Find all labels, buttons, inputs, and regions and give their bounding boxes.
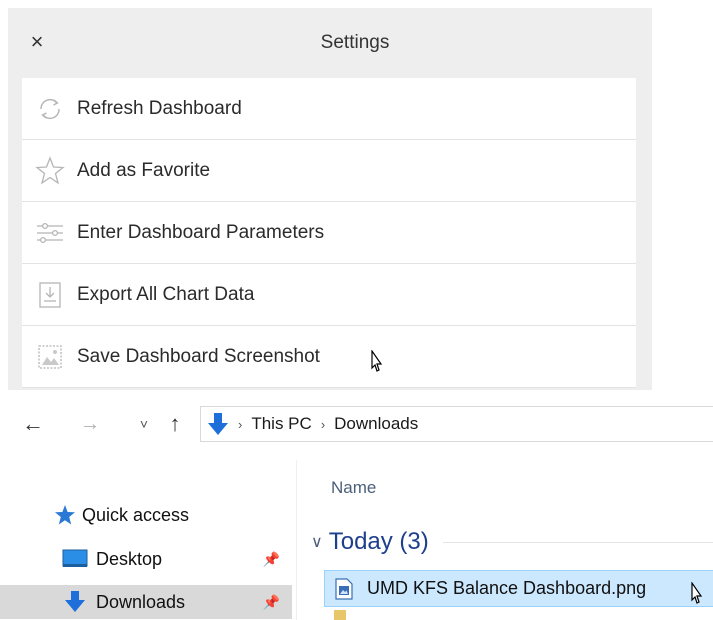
group-divider: [442, 541, 713, 543]
pin-icon[interactable]: 📌: [263, 594, 280, 611]
png-file-icon: [335, 577, 355, 600]
breadcrumb-separator-icon: ›: [320, 416, 326, 432]
menu-item-label: Refresh Dashboard: [77, 97, 242, 119]
download-arrow-icon: [62, 591, 88, 613]
download-arrow-icon: [207, 411, 229, 437]
star-icon: [35, 155, 65, 186]
folder-icon: [334, 610, 346, 620]
up-arrow-icon: ↑: [169, 411, 181, 436]
file-name: UMD KFS Balance Dashboard.png: [367, 578, 647, 598]
desktop-icon: [62, 548, 88, 570]
forward-arrow-icon: →: [80, 412, 100, 435]
menu-item-save-screenshot[interactable]: Save Dashboard Screenshot: [22, 326, 636, 388]
address-bar[interactable]: › This PC › Downloads: [200, 406, 713, 442]
menu-item-label: Save Dashboard Screenshot: [77, 345, 320, 367]
menu-item-label: Add as Favorite: [77, 159, 211, 181]
mouse-cursor-icon: [371, 350, 383, 372]
column-header-name[interactable]: Name: [331, 478, 376, 498]
menu-item-enter-parameters[interactable]: Enter Dashboard Parameters: [22, 202, 636, 264]
menu-item-label: Export All Chart Data: [77, 283, 255, 305]
chevron-down-icon: ∨: [311, 534, 323, 551]
sidebar-item-quick-access[interactable]: Quick access: [0, 498, 292, 532]
refresh-icon: [35, 94, 65, 124]
sidebar-item-label: Desktop: [96, 548, 163, 569]
navigation-bar: ← → ˅ ↑ › This PC › Downloads: [0, 404, 713, 444]
settings-menu: Refresh Dashboard Add as Favorite Enter …: [22, 78, 636, 388]
sidebar-item-desktop[interactable]: Desktop 📌: [0, 542, 292, 576]
menu-item-export-chart-data[interactable]: Export All Chart Data: [22, 264, 636, 326]
file-explorer: ← → ˅ ↑ › This PC › Downloads Quick acce…: [0, 390, 713, 620]
mouse-cursor-icon: [691, 582, 703, 604]
sidebar-item-label: Downloads: [96, 591, 186, 612]
settings-panel: × Settings Refresh Dashboard Add as Favo…: [8, 8, 652, 390]
breadcrumb-this-pc[interactable]: This PC: [251, 414, 311, 434]
back-button[interactable]: ←: [20, 410, 46, 438]
pin-icon[interactable]: 📌: [263, 551, 280, 568]
menu-item-refresh-dashboard[interactable]: Refresh Dashboard: [22, 78, 636, 140]
group-header-today[interactable]: ∨ Today (3): [311, 528, 713, 556]
menu-item-label: Enter Dashboard Parameters: [77, 221, 325, 243]
breadcrumb-downloads[interactable]: Downloads: [334, 414, 418, 434]
star-icon: [52, 504, 78, 526]
file-row[interactable]: UMD KFS Balance Dashboard.png: [324, 570, 713, 607]
image-icon: [35, 342, 65, 372]
export-icon: [35, 280, 65, 310]
up-button[interactable]: ↑: [162, 410, 188, 438]
group-label: Today (3): [328, 528, 429, 555]
forward-button[interactable]: →: [77, 410, 103, 438]
chevron-down-icon: ˅: [139, 416, 149, 432]
settings-title: Settings: [320, 32, 390, 53]
sidebar-item-label: Quick access: [82, 504, 190, 525]
back-arrow-icon: ←: [22, 411, 44, 436]
sliders-icon: [35, 218, 65, 248]
navigation-pane: Quick access Desktop 📌 Downloads 📌: [0, 460, 296, 620]
file-list: Name ∨ Today (3) UMD KFS Balance Dashboa…: [296, 460, 713, 620]
settings-header: × Settings: [8, 8, 652, 78]
breadcrumb-separator-icon: ›: [238, 416, 243, 432]
sidebar-item-downloads[interactable]: Downloads 📌: [0, 585, 292, 619]
recent-locations-button[interactable]: ˅: [131, 410, 157, 438]
menu-item-add-favorite[interactable]: Add as Favorite: [22, 140, 636, 202]
